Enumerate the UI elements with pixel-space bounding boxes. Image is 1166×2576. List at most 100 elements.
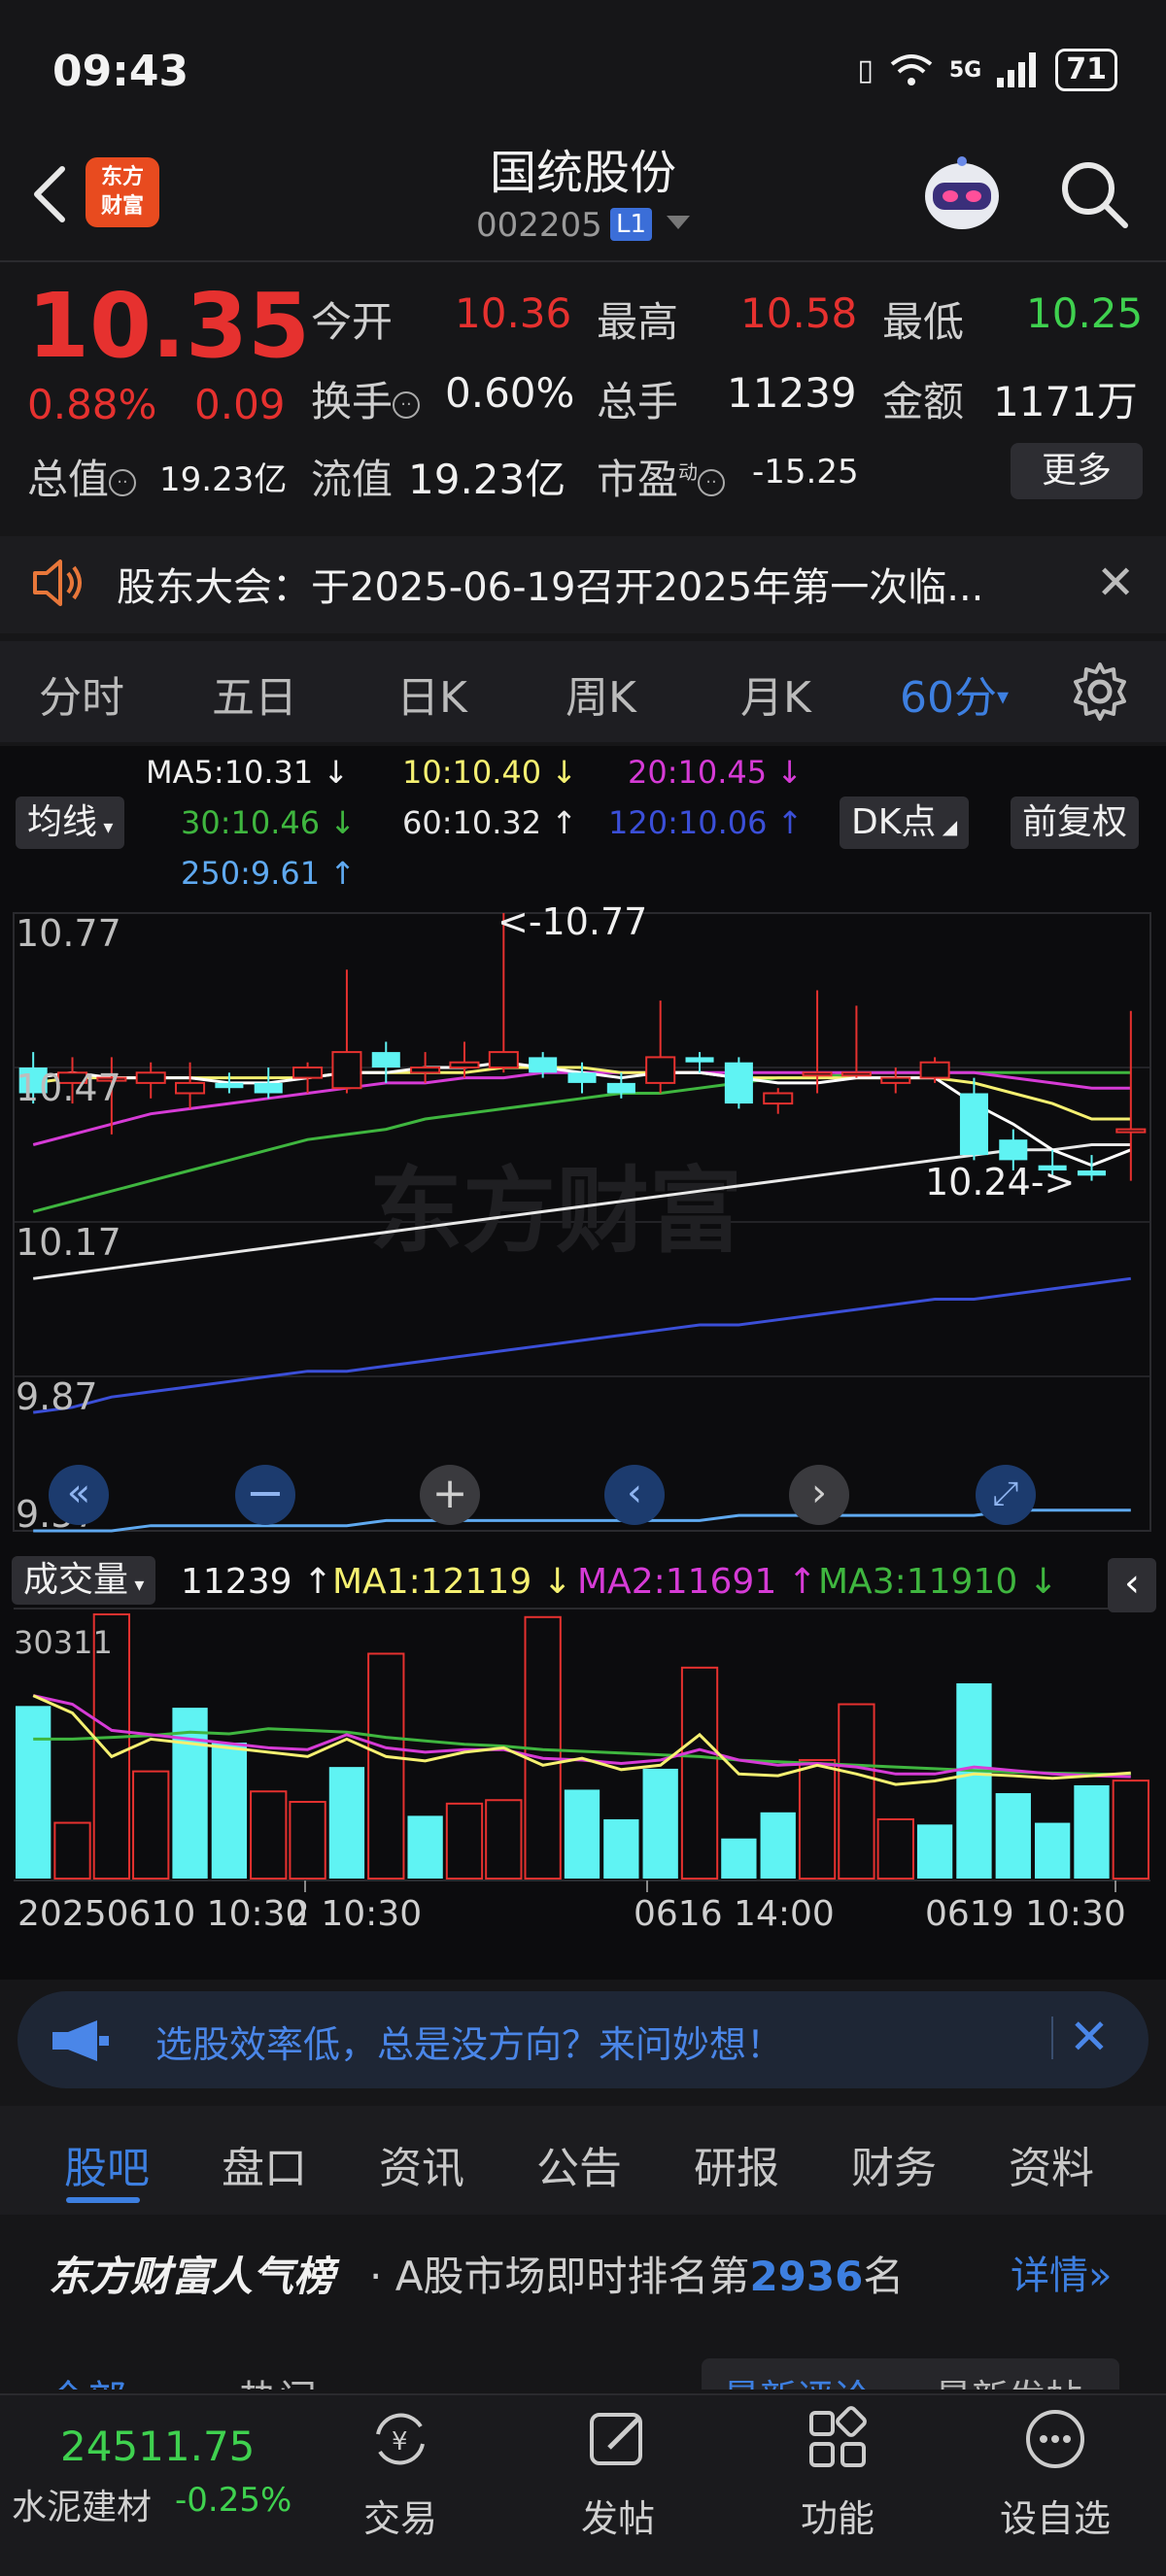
tab-guba[interactable]: 股吧 (64, 2133, 150, 2195)
float-value: 19.23亿 (408, 456, 566, 503)
pe-superscript: 动 (678, 460, 699, 484)
tab-announcements[interactable]: 公告 (536, 2133, 622, 2195)
volume-bar (445, 1802, 484, 1881)
scroll-left-icon[interactable]: ‹ (604, 1465, 665, 1525)
open-value: 10.36 (455, 289, 572, 337)
nav-post-label: 发帖 (580, 2497, 655, 2540)
status-time: 09:43 (52, 47, 189, 96)
caret-down-icon: ▾ (128, 1573, 145, 1596)
nav-trade[interactable]: ¥ 交易 (323, 2405, 478, 2542)
tab-weekly-k[interactable]: 周K (566, 662, 636, 725)
candle-body (331, 1051, 362, 1090)
tab-daily-k[interactable]: 日K (396, 662, 467, 725)
rank-suffix: 名 (863, 2253, 905, 2300)
sector-name[interactable]: 水泥建材 (12, 2479, 152, 2529)
banner-text[interactable]: 选股效率低，总是没方向？来问妙想！ (155, 2015, 783, 2068)
filter-hot[interactable]: 热门 (239, 2368, 317, 2390)
dk-point-button[interactable]: DK点 ◢ (840, 797, 970, 849)
tab-timeshare[interactable]: 分时 (39, 662, 124, 725)
more-button[interactable]: 更多 (1011, 443, 1143, 499)
settings-gear-icon[interactable] (1069, 661, 1131, 723)
turnover-label: 换手 ·· (311, 369, 421, 428)
pe-label: 市盈动 ·· (597, 447, 726, 506)
notice-text[interactable]: 股东大会：于2025-06-19召开2025年第一次临... (117, 556, 983, 612)
system-icons: ▯ 5G 71 (857, 49, 1117, 91)
level-dropdown-icon[interactable] (667, 216, 690, 229)
turnover-label-text: 换手 (311, 378, 394, 425)
volume-bar (603, 1818, 639, 1879)
volume-bar (760, 1812, 796, 1879)
nav-functions[interactable]: 功能 (760, 2405, 915, 2542)
search-icon[interactable] (1055, 155, 1133, 233)
volume-indicator-button[interactable]: 成交量 ▾ (12, 1556, 156, 1605)
candle-body (645, 1056, 676, 1084)
vol-ma3-legend: MA3:11910 ↓ (818, 1562, 1058, 1602)
rank-detail-link[interactable]: 详情» (1011, 2244, 1112, 2300)
info-icon[interactable]: ·· (109, 469, 137, 496)
speaker-icon (33, 559, 82, 606)
info-icon[interactable]: ·· (698, 469, 726, 496)
scroll-left-fast-icon[interactable]: « (49, 1465, 109, 1525)
tab-profile[interactable]: 资料 (1009, 2133, 1094, 2195)
rank-prefix: · A股市场即时排名第 (369, 2253, 750, 2300)
tab-five-day[interactable]: 五日 (212, 662, 297, 725)
candle-body (254, 1082, 283, 1094)
ma-toggle-label: 均线 (27, 802, 98, 842)
close-icon[interactable]: ✕ (1096, 556, 1135, 610)
amount-value: 1171万 (993, 378, 1138, 425)
ma20-legend: 20:10.45 ↓ (628, 754, 804, 791)
sector-index-value[interactable]: 24511.75 (60, 2423, 255, 2470)
volume-bars (16, 1613, 1149, 1881)
sort-latest-comment[interactable]: 最新评论 (723, 2368, 871, 2390)
volume-indicator-label: 成交量 (23, 1560, 129, 1600)
vol-ma1-legend: MA1:12119 ↓ (332, 1562, 572, 1602)
nav-post[interactable]: 发帖 (540, 2405, 696, 2542)
candle-body (606, 1082, 635, 1094)
assistant-robot-icon[interactable] (915, 153, 1009, 235)
ma10-legend: 10:10.40 ↓ (402, 754, 578, 791)
nav-add-watchlist[interactable]: 设自选 (977, 2405, 1133, 2542)
volume-bar (956, 1682, 992, 1879)
kline-svg[interactable]: 东方财富 10.7710.4710.179.879.57 <-10.77 10.… (0, 894, 1166, 1972)
info-icon[interactable]: ·· (393, 391, 421, 419)
ma-toggle-button[interactable]: 均线 ▾ (16, 797, 125, 849)
candle-body (959, 1093, 988, 1156)
price-tick-label: 10.47 (16, 1067, 121, 1109)
svg-text:¥: ¥ (392, 2427, 408, 2457)
collapse-panel-icon[interactable]: ‹ (1108, 1558, 1156, 1612)
candle-body (449, 1061, 480, 1068)
fullscreen-icon[interactable]: ⤢ (976, 1465, 1036, 1525)
tab-research[interactable]: 研报 (694, 2133, 779, 2195)
ma250-line (33, 1508, 1131, 1533)
tab-news[interactable]: 资讯 (379, 2133, 464, 2195)
high-value: 10.58 (740, 289, 858, 337)
candle-body (685, 1057, 714, 1063)
ma120-legend: 120:10.06 ↑ (608, 804, 804, 841)
dk-point-label: DK点 (851, 802, 937, 842)
tab-pankou[interactable]: 盘口 (222, 2133, 307, 2195)
time-label: 0619 10:30 (925, 1894, 1126, 1934)
tab-60min[interactable]: 60分▾ (900, 662, 1009, 725)
rank-text: · A股市场即时排名第2936名 (369, 2244, 904, 2303)
filter-all[interactable]: 全部 (49, 2368, 126, 2390)
candle-body (175, 1081, 206, 1095)
sort-latest-post[interactable]: 最新发帖 (935, 2368, 1082, 2390)
candle-body (763, 1092, 794, 1105)
trade-icon: ¥ (376, 2413, 425, 2465)
scroll-right-icon[interactable]: › (789, 1465, 849, 1525)
zoom-out-icon[interactable]: − (235, 1465, 295, 1525)
volume-bar (876, 1817, 914, 1880)
sector-change[interactable]: -0.25% (175, 2481, 292, 2520)
tab-monthly-k[interactable]: 月K (740, 662, 811, 725)
amount-label: 金额 (882, 378, 965, 425)
adjust-button[interactable]: 前复权 (1011, 797, 1140, 849)
zoom-in-icon[interactable]: + (420, 1465, 480, 1525)
ma120-line (33, 1276, 1131, 1414)
banner-close-icon[interactable]: ✕ (1069, 2009, 1110, 2065)
low-label: 最低 (882, 298, 965, 346)
tab-60min-label: 60分 (900, 673, 997, 723)
level-badge[interactable]: L1 (610, 208, 653, 241)
volume-bar (564, 1789, 600, 1879)
candle-body (880, 1076, 911, 1084)
tab-finance[interactable]: 财务 (851, 2133, 937, 2195)
